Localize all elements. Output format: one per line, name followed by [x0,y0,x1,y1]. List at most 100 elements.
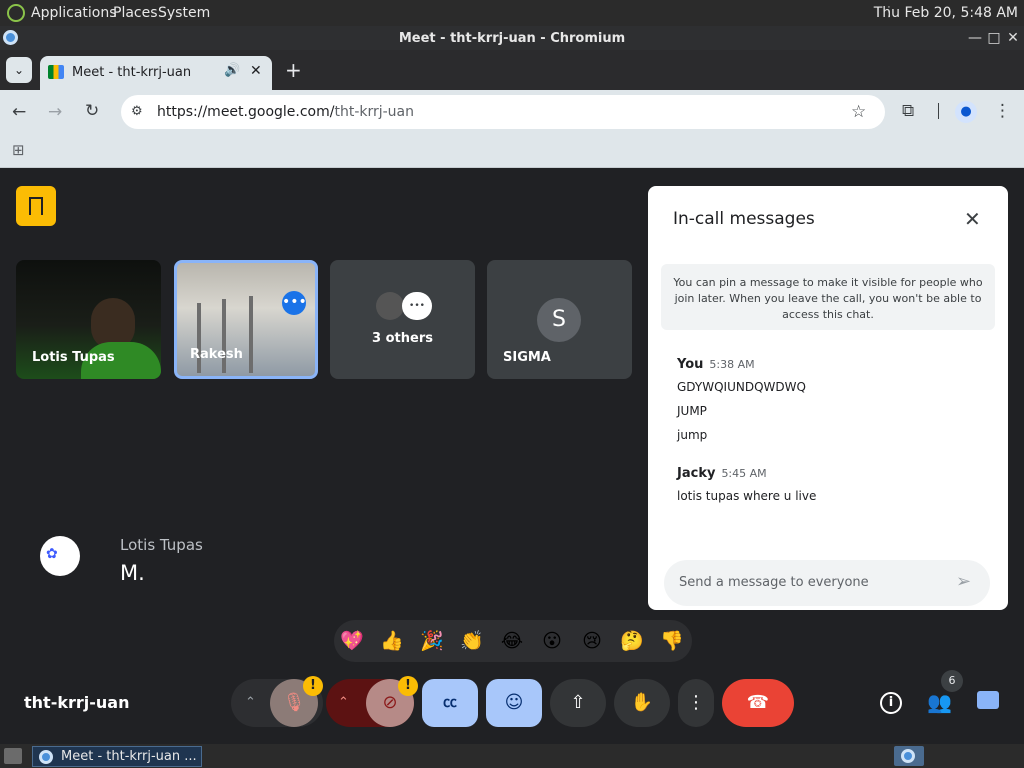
meeting-room-badge[interactable] [16,186,56,226]
emoji-icon: ☺ [504,692,524,713]
video-settings-chevron-icon[interactable]: ⌃ [338,679,349,727]
present-button[interactable]: ⇧ [550,679,606,727]
toolbar-divider [938,103,939,119]
chat-message-input[interactable]: Send a message to everyone ➢ [664,560,990,606]
extensions-icon[interactable]: ⧉ [902,101,914,121]
tab-search-chevron-icon[interactable]: ⌄ [6,57,32,83]
mic-warning-icon: ! [303,676,323,696]
meet-stage: Lotis Tupas ••• Rakesh ••• 3 others S SI… [0,168,1024,744]
bookmarks-bar: ⊞ [0,134,1024,168]
present-screen-icon: ⇧ [570,692,586,713]
show-desktop-icon[interactable] [4,748,22,764]
workspace-switcher[interactable] [894,746,924,766]
others-tile[interactable]: ••• 3 others [330,260,475,379]
reaction-laugh-icon[interactable]: 😂 [499,628,525,654]
hand-icon: ✋ [630,692,654,713]
taskbar-window-item[interactable]: Meet - tht-krrj-uan ... [32,746,202,767]
captions-button[interactable]: ㏄ [422,679,478,727]
meeting-code: tht-krrj-uan [24,693,130,712]
hang-up-icon: ☎ [746,692,770,713]
reactions-button[interactable]: ☺ [486,679,542,727]
reload-icon[interactable]: ↻ [85,101,99,121]
reactions-bar: 💖 👍 🎉 👏 😂 😮 😢 🤔 👎 [334,620,692,662]
reaction-thumbs-down-icon[interactable]: 👎 [659,628,685,654]
tab-strip: ⌄ Meet - tht-krrj-uan 🔊 ✕ + [0,50,1024,90]
distro-logo-icon[interactable] [7,4,25,22]
message-text: GDYWQIUNDQWDWQ [677,380,806,394]
chat-heading: In-call messages [673,209,815,229]
maximize-icon[interactable]: □ [985,29,1003,47]
tile-name: Lotis Tupas [32,350,115,365]
meeting-details-icon[interactable]: i [880,692,902,714]
audio-settings-chevron-icon[interactable]: ⌃ [245,679,256,727]
raise-hand-button[interactable]: ✋ [614,679,670,727]
more-vert-icon: ⋮ [687,692,705,713]
system-menu[interactable]: System [158,5,210,21]
avatar-drawing-icon: ✿ [46,546,58,562]
send-icon[interactable]: ➢ [956,571,971,592]
url-text: https://meet.google.com/tht-krrj-uan [157,104,415,120]
reaction-sad-icon[interactable]: 😢 [579,628,605,654]
site-info-icon[interactable]: ⚙ [131,104,143,119]
captions-icon: ㏄ [443,695,457,711]
reaction-thumbs-up-icon[interactable]: 👍 [379,628,405,654]
places-menu[interactable]: Places [113,5,158,21]
back-icon[interactable]: ← [12,102,26,122]
participant-tile[interactable]: Lotis Tupas [16,260,161,379]
reaction-thinking-icon[interactable]: 🤔 [619,628,645,654]
presenter-name: Lotis Tupas [120,536,203,554]
meet-favicon-icon [48,65,64,79]
close-chat-icon[interactable]: ✕ [964,207,981,231]
chat-icon[interactable] [977,691,999,709]
message-text: lotis tupas where u live [677,489,817,503]
participant-tile[interactable]: S SIGMA [487,260,632,379]
tab-title: Meet - tht-krrj-uan [72,65,192,80]
message-sender: You 5:38 AM [677,357,755,372]
close-tab-icon[interactable]: ✕ [250,63,262,79]
window-titlebar: Meet - tht-krrj-uan - Chromium — □ ✕ [0,26,1024,50]
tile-name: SIGMA [503,350,551,365]
browser-toolbar: ← → ↻ ⚙ https://meet.google.com/tht-krrj… [0,90,1024,134]
window-title: Meet - tht-krrj-uan - Chromium [398,31,626,46]
chat-panel: In-call messages ✕ You can pin a message… [648,186,1008,610]
reaction-clap-icon[interactable]: 👏 [459,628,485,654]
more-options-icon[interactable]: ••• [282,291,307,315]
applications-menu[interactable]: Applications [31,5,117,21]
chat-notice: You can pin a message to make it visible… [661,264,995,330]
video-detail [249,296,253,373]
participant-count-badge: 6 [941,670,963,692]
message-text: jump [677,428,708,442]
caption-text: M. [120,561,145,585]
reaction-party-icon[interactable]: 🎉 [419,628,445,654]
more-options-button[interactable]: ⋮ [678,679,714,727]
apps-grid-icon[interactable]: ⊞ [12,141,25,159]
tile-name: Rakesh [190,347,243,362]
new-tab-icon[interactable]: + [285,58,302,82]
message-text: JUMP [677,404,707,418]
chromium-icon [39,750,53,764]
camera-warning-icon: ! [398,676,418,696]
video-detail [197,303,201,373]
leave-call-button[interactable]: ☎ [722,679,794,727]
audio-playing-icon[interactable]: 🔊 [224,63,240,78]
people-icon[interactable]: 👥 [927,690,952,714]
browser-menu-icon[interactable]: ⋮ [994,101,1011,121]
presenter-avatar: ✿ [40,536,80,576]
minimize-icon[interactable]: — [966,29,984,47]
reaction-heart-icon[interactable]: 💖 [339,628,365,654]
profile-icon[interactable]: ● [955,101,977,123]
clock[interactable]: Thu Feb 20, 5:48 AM [874,5,1018,21]
taskbar-item-label: Meet - tht-krrj-uan ... [61,749,197,764]
reaction-surprised-icon[interactable]: 😮 [539,628,565,654]
chromium-icon [901,749,915,763]
close-window-icon[interactable]: ✕ [1004,29,1022,47]
bookmark-star-icon[interactable]: ☆ [851,102,866,122]
message-time: 5:45 AM [721,467,767,480]
address-bar[interactable]: ⚙ https://meet.google.com/tht-krrj-uan ☆ [121,95,885,129]
participant-tile-active[interactable]: ••• Rakesh [174,260,318,379]
forward-icon[interactable]: → [48,102,62,122]
message-sender: Jacky 5:45 AM [677,466,767,481]
tab-meet[interactable]: Meet - tht-krrj-uan 🔊 ✕ [40,56,272,90]
others-label: 3 others [372,331,433,346]
os-top-panel: Applications Places System ⋮ Thu Feb 20,… [0,0,1024,26]
